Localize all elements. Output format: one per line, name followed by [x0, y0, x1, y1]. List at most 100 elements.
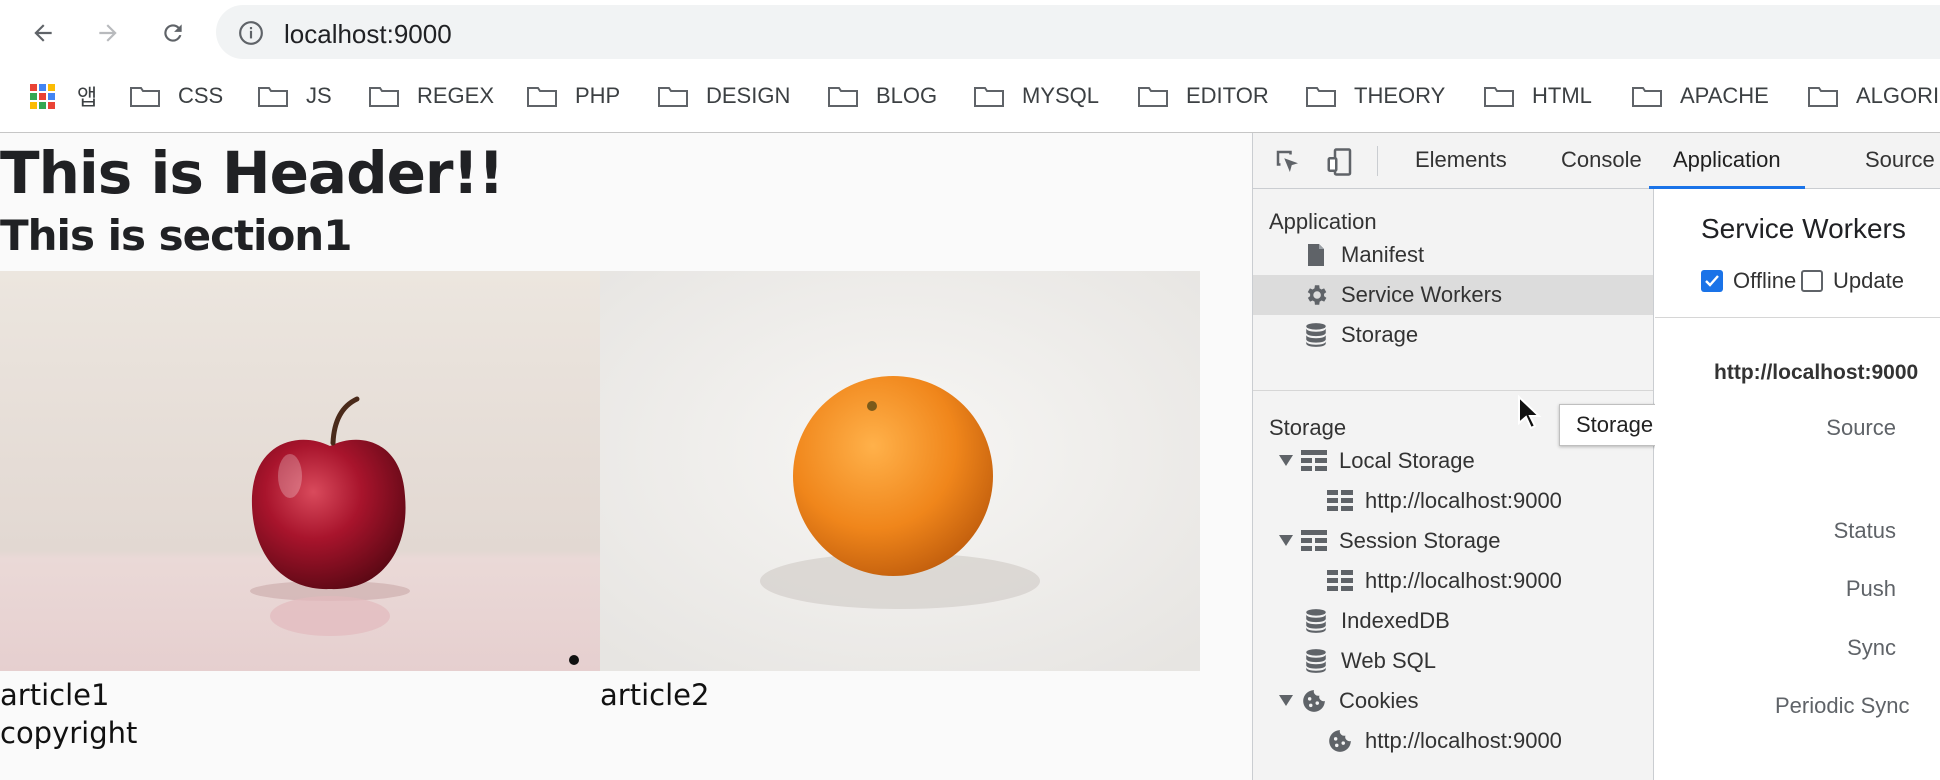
sync-label: Sync [1847, 635, 1896, 660]
bookmark-folder-design[interactable]: DESIGN [658, 81, 790, 111]
url-text[interactable]: localhost:9000 [284, 19, 452, 50]
application-sidebar: Application Manifest Service Workers Sto… [1253, 189, 1671, 780]
bookmark-label: ALGORI [1856, 83, 1940, 108]
sidebar-item-label: http://localhost:9000 [1365, 568, 1562, 593]
bookmark-label: HTML [1532, 83, 1592, 108]
expand-triangle-icon[interactable] [1279, 534, 1293, 548]
forward-button[interactable] [85, 10, 131, 56]
sidebar-item-session-storage[interactable]: Session Storage [1253, 521, 1653, 561]
database-icon [1303, 648, 1329, 674]
table-grid-icon [1327, 568, 1353, 594]
browser-toolbar: localhost:9000 [0, 0, 1940, 65]
apps-grid-icon [30, 83, 55, 109]
folder-icon [130, 87, 160, 107]
bookmark-folder-mysql[interactable]: MYSQL [974, 81, 1099, 111]
sidebar-item-local-storage-origin[interactable]: http://localhost:9000 [1253, 481, 1653, 521]
sidebar-item-service-workers[interactable]: Service Workers [1253, 275, 1653, 315]
folder-icon [1138, 87, 1168, 107]
back-button[interactable] [20, 10, 66, 56]
service-workers-title: Service Workers [1701, 213, 1906, 244]
sidebar-item-label: Cookies [1339, 688, 1419, 713]
file-icon [1303, 242, 1329, 268]
bookmark-label: APACHE [1680, 83, 1769, 108]
source-label: Source [1826, 415, 1896, 440]
mouse-pointer-icon [1518, 395, 1542, 430]
bookmark-folder-regex[interactable]: REGEX [369, 81, 494, 111]
bookmark-label: BLOG [876, 83, 938, 108]
bookmark-label: JS [306, 83, 332, 108]
sidebar-item-local-storage[interactable]: Local Storage [1253, 441, 1653, 481]
reload-button[interactable] [150, 10, 196, 56]
bookmark-label: DESIGN [706, 83, 791, 108]
footer-copyright: copyright [0, 716, 138, 750]
info-icon[interactable] [238, 20, 264, 46]
bookmark-folder-algori[interactable]: ALGORI [1808, 81, 1939, 111]
table-grid-icon [1327, 488, 1353, 514]
expand-triangle-icon[interactable] [1279, 454, 1293, 468]
address-bar[interactable]: localhost:9000 [216, 5, 1940, 59]
inspect-cursor-icon [1276, 150, 1298, 172]
bookmark-folder-css[interactable]: CSS [130, 81, 223, 111]
checkbox-checked-icon[interactable] [1701, 270, 1723, 292]
application-section-heading: Application [1269, 209, 1377, 234]
sidebar-item-label: http://localhost:9000 [1365, 728, 1562, 753]
folder-icon [1306, 87, 1336, 107]
bookmark-apps[interactable]: 앱 [30, 81, 97, 111]
sidebar-item-label: Session Storage [1339, 528, 1501, 553]
sidebar-item-label: Storage [1341, 322, 1419, 347]
tab-separator [1377, 146, 1378, 176]
folder-icon [527, 87, 557, 107]
sidebar-item-session-storage-origin[interactable]: http://localhost:9000 [1253, 561, 1653, 601]
periodic-sync-label: Periodic Sync [1775, 693, 1910, 718]
sidebar-item-storage[interactable]: Storage [1253, 315, 1653, 355]
bookmark-folder-js[interactable]: JS [258, 81, 332, 111]
expand-triangle-icon[interactable] [1279, 694, 1293, 708]
service-workers-panel: Service Workers Offline Update http://lo… [1655, 189, 1940, 780]
sidebar-item-manifest[interactable]: Manifest [1253, 235, 1653, 275]
devtools-panel: Elements Console Application Source Appl… [1252, 133, 1940, 780]
sidebar-item-web-sql[interactable]: Web SQL [1253, 641, 1653, 681]
sidebar-item-indexeddb[interactable]: IndexedDB [1253, 601, 1653, 641]
bookmark-folder-php[interactable]: PHP [527, 81, 620, 111]
cookie-icon [1327, 728, 1353, 754]
database-icon [1303, 608, 1329, 634]
bookmark-folder-theory[interactable]: THEORY [1306, 81, 1445, 111]
bookmark-folder-apache[interactable]: APACHE [1632, 81, 1769, 111]
folder-icon [1484, 87, 1514, 107]
status-label: Status [1833, 518, 1896, 543]
storage-section-heading: Storage [1269, 415, 1347, 440]
bookmark-label: REGEX [417, 83, 495, 108]
apple-image [0, 271, 600, 671]
bookmark-folder-html[interactable]: HTML [1484, 81, 1592, 111]
inspect-element-button[interactable] [1271, 145, 1305, 179]
folder-icon [1632, 87, 1662, 107]
panel-divider [1655, 317, 1940, 318]
folder-icon [974, 87, 1004, 107]
sidebar-item-cookies[interactable]: Cookies [1253, 681, 1653, 721]
sidebar-item-label: Manifest [1341, 242, 1425, 267]
tab-sources[interactable]: Source [1865, 133, 1935, 189]
device-toolbar-button[interactable] [1323, 145, 1357, 179]
update-label: Update [1833, 268, 1904, 293]
checkbox-unchecked-icon[interactable] [1801, 270, 1823, 292]
back-arrow-icon [34, 24, 52, 42]
tab-application[interactable]: Application [1649, 133, 1805, 189]
sidebar-item-label: Web SQL [1341, 648, 1436, 673]
cookie-icon [1301, 688, 1327, 714]
update-on-reload-checkbox[interactable]: Update [1801, 268, 1904, 294]
bookmark-label: EDITOR [1186, 83, 1269, 108]
database-icon [1303, 322, 1329, 348]
folder-icon [658, 87, 688, 107]
tab-console[interactable]: Console [1561, 133, 1642, 189]
bookmark-folder-editor[interactable]: EDITOR [1138, 81, 1269, 111]
tab-elements[interactable]: Elements [1415, 133, 1507, 189]
table-grid-icon [1301, 448, 1327, 474]
sidebar-item-cookies-origin[interactable]: http://localhost:9000 [1253, 721, 1653, 761]
folder-icon [258, 87, 288, 107]
sidebar-item-label: http://localhost:9000 [1365, 488, 1562, 513]
offline-label: Offline [1733, 268, 1797, 293]
table-grid-icon [1301, 528, 1327, 554]
offline-checkbox[interactable]: Offline [1701, 268, 1796, 294]
bookmark-folder-blog[interactable]: BLOG [828, 81, 937, 111]
reload-icon [164, 24, 182, 42]
